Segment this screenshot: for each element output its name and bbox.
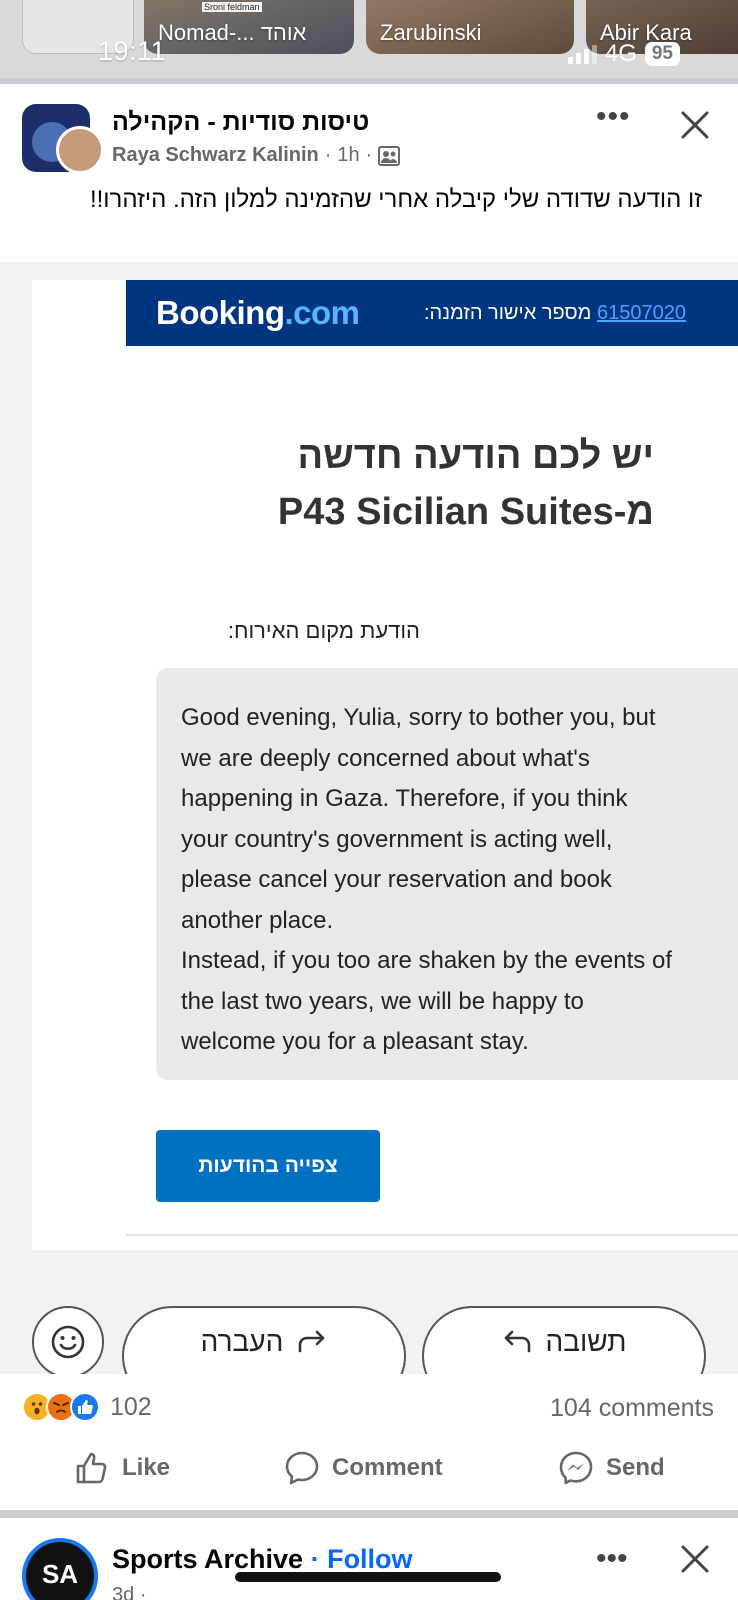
follow-button[interactable]: · Follow [311, 1544, 413, 1574]
story-label: Zarubinski [380, 20, 482, 45]
send-button[interactable]: Send [558, 1426, 665, 1510]
divider [126, 1234, 738, 1236]
reply-label: תשובה [545, 1326, 627, 1357]
author-name[interactable]: Raya Schwarz Kalinin [112, 144, 319, 167]
message-actions: העברה תשובה [0, 1274, 738, 1374]
post-time[interactable]: 1h [337, 144, 359, 167]
post-image[interactable]: Booking.com מספר אישור הזמנה: 61507020 י… [0, 262, 738, 1374]
status-time: 19:11 [98, 36, 167, 66]
send-label: Send [606, 1454, 665, 1481]
forward-button: העברה [122, 1306, 406, 1374]
post-meta: Raya Schwarz Kalinin · 1h · [112, 144, 401, 167]
home-indicator[interactable] [235, 1572, 501, 1582]
email-heading: יש לכם הודעה חדשה מ-P43 Sicilian Suites [277, 435, 654, 533]
host-message-label: הודעת מקום האירוח: [227, 618, 420, 643]
page-name: Sports Archive · Follow [112, 1544, 413, 1575]
post-time: 3d · [112, 1584, 147, 1600]
close-icon[interactable] [680, 1544, 710, 1574]
forward-label: העברה [200, 1326, 284, 1357]
reaction-count: 102 [110, 1392, 152, 1421]
host-message: Good evening, Yulia, sorry to bother you… [156, 668, 738, 1080]
comments-count[interactable]: 104 comments [550, 1394, 714, 1423]
reply-button: תשובה [422, 1306, 706, 1374]
thumbs-up-icon [76, 1452, 107, 1484]
comment-button[interactable]: Comment [284, 1426, 443, 1510]
members-audience-icon [378, 145, 401, 166]
email-card: Booking.com מספר אישור הזמנה: 61507020 י… [32, 280, 738, 1250]
author-avatar[interactable] [56, 126, 104, 174]
like-label: Like [122, 1454, 171, 1481]
story-label: Nomad-... אוהד [158, 20, 307, 45]
comment-bubble-icon [285, 1451, 319, 1485]
like-button[interactable]: Like [74, 1426, 170, 1510]
post-footer: 102 104 comments Like Comment Send [0, 1374, 738, 1510]
booking-logo: Booking.com [156, 294, 360, 331]
network-type: 4G [604, 40, 637, 67]
emoji-icon [32, 1306, 104, 1374]
page-avatar[interactable]: SA [22, 1538, 98, 1600]
story-card-1[interactable]: Sroni feldman Nomad-... אוהד [144, 0, 354, 54]
more-options-button[interactable]: ••• [596, 102, 631, 132]
post-text: זו הודעה שדודה שלי קיבלה אחרי שהזמינה למ… [89, 186, 702, 213]
more-options-button[interactable]: ••• [596, 1544, 628, 1574]
meta-separator: · [365, 144, 373, 166]
stories-strip: Sroni feldman Nomad-... אוהד Zarubinski … [0, 0, 738, 78]
page-name-text[interactable]: Sports Archive [112, 1544, 303, 1574]
next-post-header: SA Sports Archive · Follow 3d · ••• [0, 1518, 738, 1600]
story-overlay-text: Sroni feldman [202, 2, 262, 12]
battery-icon: 95 [644, 42, 680, 66]
booking-header: Booking.com מספר אישור הזמנה: 61507020 [126, 280, 738, 346]
comment-label: Comment [332, 1454, 443, 1481]
view-messages-button: צפייה בהודעות [156, 1130, 380, 1202]
forward-arrow-icon [299, 1330, 325, 1353]
close-icon[interactable] [680, 110, 710, 140]
status-indicators: 4G 95 [567, 40, 680, 68]
post-actions: Like Comment Send [0, 1426, 738, 1510]
divider [0, 1510, 738, 1518]
meta-separator: · [324, 144, 332, 166]
group-name[interactable]: טיסות סודיות - הקהילה [112, 108, 369, 137]
reply-arrow-icon [504, 1330, 530, 1353]
confirmation-number: מספר אישור הזמנה: 61507020 [424, 302, 686, 324]
story-card-2[interactable]: Zarubinski [366, 0, 574, 54]
messenger-icon [559, 1451, 593, 1485]
signal-icon [567, 44, 597, 64]
like-reaction-icon [70, 1392, 100, 1422]
reaction-summary[interactable]: 102 [22, 1392, 152, 1422]
